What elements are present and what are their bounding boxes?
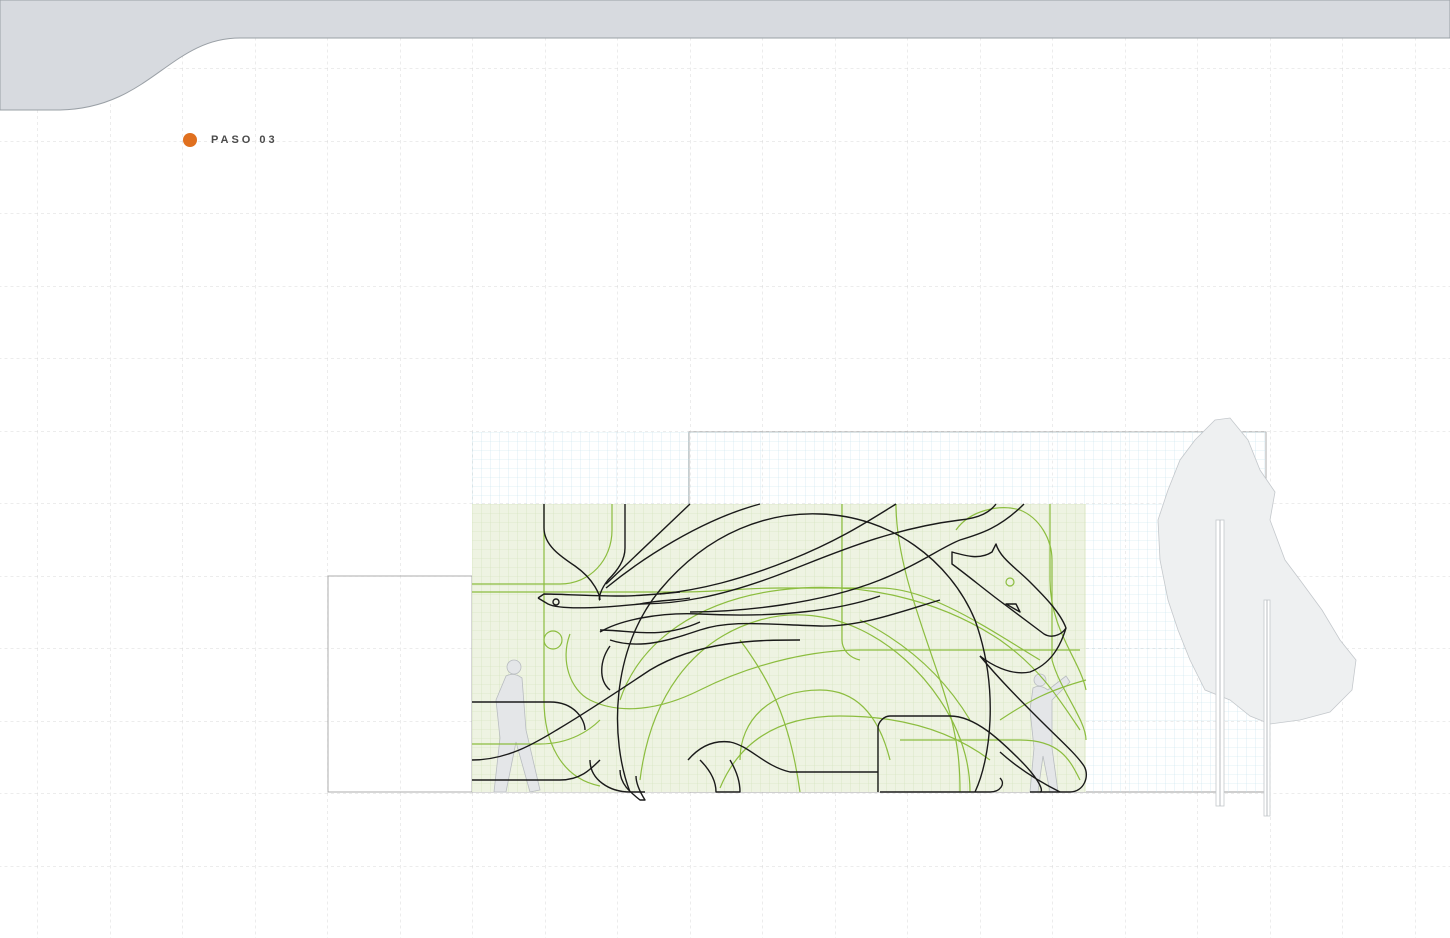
step-marker-icon bbox=[183, 133, 197, 147]
step-indicator: PASO 03 bbox=[183, 133, 278, 147]
step-label: PASO 03 bbox=[211, 134, 278, 146]
